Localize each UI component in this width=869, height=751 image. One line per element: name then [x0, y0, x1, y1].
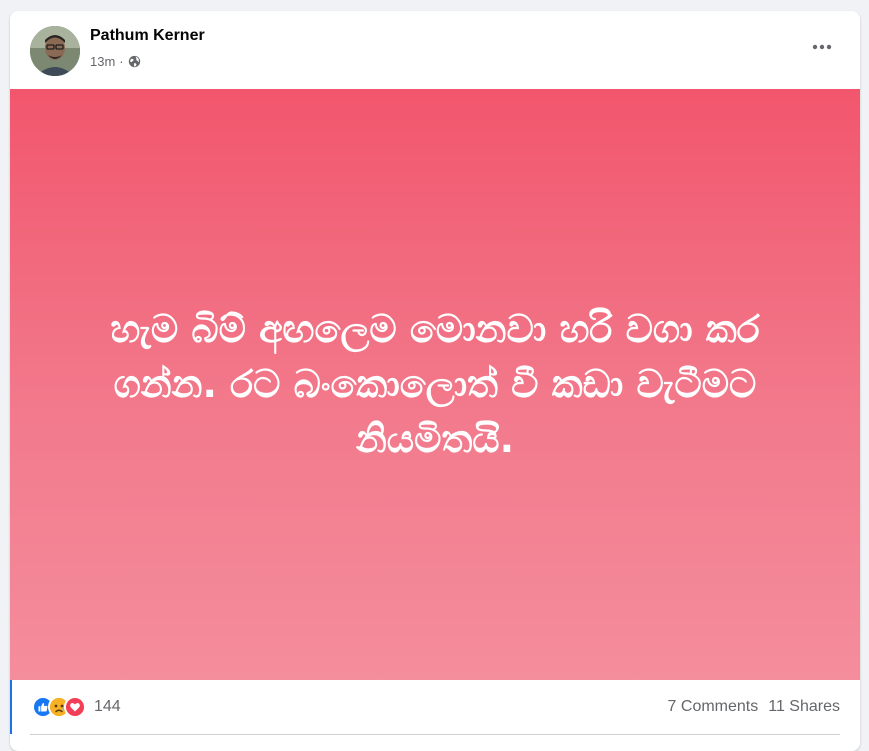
post-background-banner: හැම බිම් අඟලෙම මොනවා හරි වගා කර ගන්න. රට… — [10, 89, 860, 680]
avatar-photo — [30, 26, 80, 76]
reaction-count[interactable]: 144 — [94, 698, 121, 716]
post-message: හැම බිම් අඟලෙම මොනවා හරි වගා කර ගන්න. රට… — [110, 307, 760, 461]
more-options-button[interactable] — [804, 29, 840, 65]
meta-separator: · — [119, 54, 124, 69]
footer-divider — [30, 734, 840, 735]
author-name[interactable]: Pathum Kerner — [90, 27, 205, 45]
comments-count-link[interactable]: 7 Comments — [668, 698, 759, 716]
post-card: Pathum Kerner 13m · හැම බිම් අඟලෙම මොනවා… — [10, 11, 860, 751]
author-avatar[interactable] — [30, 26, 80, 76]
post-header: Pathum Kerner 13m · — [10, 11, 860, 89]
more-options-icon — [812, 44, 832, 50]
engagement-stats: 7 Comments 11 Shares — [668, 698, 860, 716]
post-footer: 144 7 Comments 11 Shares — [10, 680, 860, 734]
post-meta: 13m · — [90, 54, 141, 69]
globe-icon[interactable] — [128, 55, 141, 68]
reactions-summary[interactable]: 144 — [12, 696, 121, 718]
post-timestamp[interactable]: 13m — [90, 54, 115, 69]
shares-count-link[interactable]: 11 Shares — [768, 698, 840, 716]
love-icon — [64, 696, 86, 718]
